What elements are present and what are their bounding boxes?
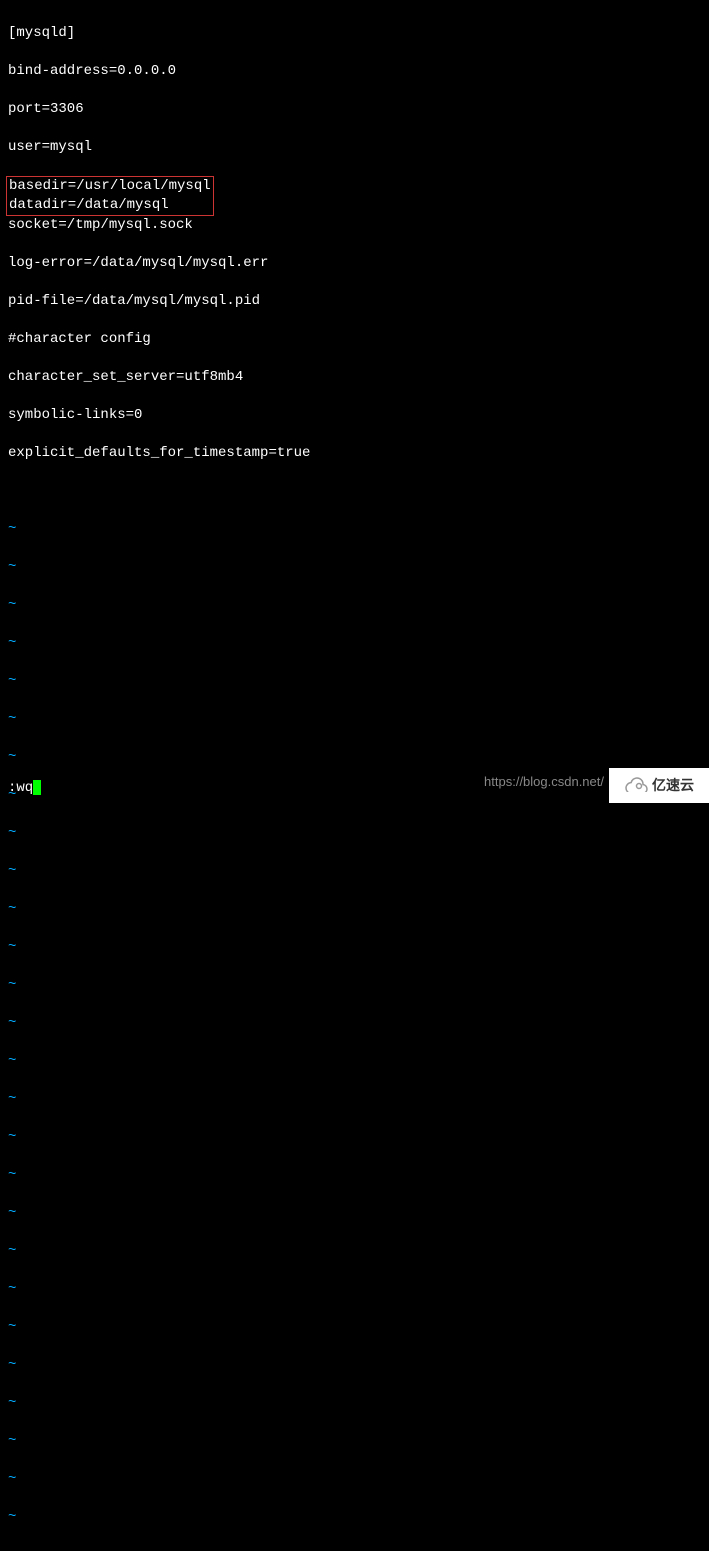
config-line-datadir: datadir=/data/mysql (9, 196, 211, 215)
config-line: character_set_server=utf8mb4 (8, 368, 701, 387)
vim-tilde: ~ (8, 1356, 701, 1375)
vim-tilde: ~ (8, 748, 701, 767)
config-line: socket=/tmp/mysql.sock (8, 216, 701, 235)
config-line: user=mysql (8, 138, 701, 157)
vim-tilde: ~ (8, 976, 701, 995)
vim-command-text: :wq (8, 780, 33, 796)
vim-tilde: ~ (8, 1090, 701, 1109)
watermark-url: https://blog.csdn.net/ (484, 772, 604, 791)
watermark-logo: 亿速云 (609, 768, 709, 803)
config-line: #character config (8, 330, 701, 349)
config-line: explicit_defaults_for_timestamp=true (8, 444, 701, 463)
highlighted-config-box: basedir=/usr/local/mysqldatadir=/data/my… (6, 176, 214, 216)
cloud-icon (624, 774, 648, 797)
vim-tilde: ~ (8, 824, 701, 843)
vim-tilde: ~ (8, 938, 701, 957)
config-section-header: [mysqld] (8, 24, 701, 43)
vim-tilde: ~ (8, 1394, 701, 1413)
vim-tilde: ~ (8, 1242, 701, 1261)
vim-tilde: ~ (8, 862, 701, 881)
config-line: log-error=/data/mysql/mysql.err (8, 254, 701, 273)
config-line: pid-file=/data/mysql/mysql.pid (8, 292, 701, 311)
vim-tilde: ~ (8, 1014, 701, 1033)
vim-tilde: ~ (8, 900, 701, 919)
vim-tilde: ~ (8, 1508, 701, 1527)
vim-tilde: ~ (8, 1128, 701, 1147)
vim-tilde: ~ (8, 558, 701, 577)
vim-tilde: ~ (8, 596, 701, 615)
config-line: port=3306 (8, 100, 701, 119)
vim-tilde: ~ (8, 672, 701, 691)
watermark-logo-text: 亿速云 (652, 776, 694, 795)
vim-command-line[interactable]: :wq (8, 779, 41, 798)
vim-tilde: ~ (8, 1318, 701, 1337)
config-line: symbolic-links=0 (8, 406, 701, 425)
empty-line (8, 482, 701, 501)
vim-tilde: ~ (8, 1432, 701, 1451)
config-line: bind-address=0.0.0.0 (8, 62, 701, 81)
vim-tilde: ~ (8, 634, 701, 653)
cursor-icon (33, 780, 41, 795)
vim-tilde: ~ (8, 1166, 701, 1185)
vim-tilde: ~ (8, 1204, 701, 1223)
config-line-basedir: basedir=/usr/local/mysql (9, 177, 211, 196)
vim-tilde: ~ (8, 1280, 701, 1299)
vim-tilde: ~ (8, 1052, 701, 1071)
vim-tilde: ~ (8, 710, 701, 729)
vim-tilde: ~ (8, 520, 701, 539)
vim-tilde: ~ (8, 1470, 701, 1489)
